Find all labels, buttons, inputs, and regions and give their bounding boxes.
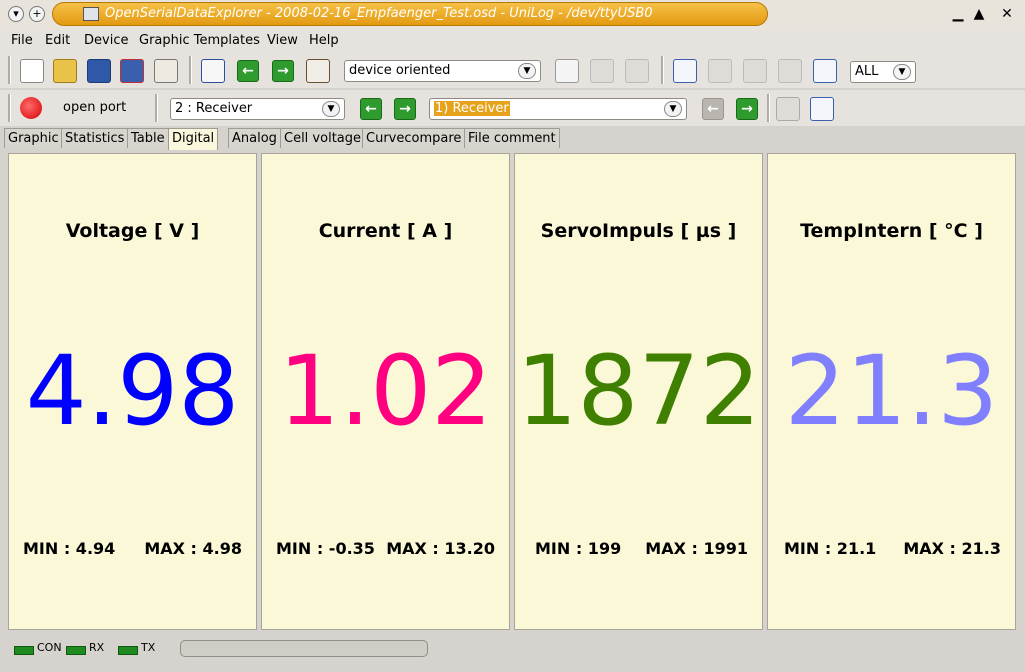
channel-value: 2 : Receiver <box>175 101 253 116</box>
con-led-icon <box>14 646 34 655</box>
status-bar: CON RX TX <box>0 633 1025 672</box>
min-value: MIN : 4.94 <box>23 539 116 558</box>
current-panel: Current [ A ] 1.02 MIN : -0.35 MAX : 13.… <box>261 153 510 630</box>
checklist-icon[interactable] <box>201 59 225 83</box>
previous-icon[interactable]: ← <box>237 60 259 82</box>
window-title-bar[interactable]: OpenSerialDataExplorer - 2008-02-16_Empf… <box>52 2 768 26</box>
minimize-button[interactable]: ▁ <box>950 6 966 22</box>
maximize-button[interactable]: ▲ <box>971 6 987 22</box>
device-icon[interactable] <box>306 59 330 83</box>
tab-graphic[interactable]: Graphic <box>4 128 63 148</box>
digital-view: Voltage [ V ] 4.98 MIN : 4.94 MAX : 4.98… <box>4 150 1021 632</box>
toolbar-separator <box>661 56 664 84</box>
toolbar-separator <box>8 94 11 122</box>
previous-channel-icon[interactable]: ← <box>360 98 382 120</box>
rx-led-icon <box>66 646 86 655</box>
settings-icon[interactable] <box>154 59 178 83</box>
temperature-panel: TempIntern [ °C ] 21.3 MIN : 21.1 MAX : … <box>767 153 1016 630</box>
view-mode-value: device oriented <box>349 63 451 78</box>
chevron-down-icon: ▼ <box>664 101 682 117</box>
record-select[interactable]: 1) Receiver ▼ <box>429 98 687 120</box>
cut-right-icon <box>778 59 802 83</box>
app-icon <box>83 7 99 21</box>
channel-select[interactable]: 2 : Receiver ▼ <box>170 98 345 120</box>
toolbar-separator <box>8 56 11 84</box>
menu-bar: File Edit Device Graphic Templates View … <box>0 30 1025 52</box>
tab-file-comment[interactable]: File comment <box>464 128 560 148</box>
fit-icon[interactable] <box>813 59 837 83</box>
close-button[interactable]: ✕ <box>999 6 1015 22</box>
tab-analog[interactable]: Analog <box>228 128 281 148</box>
previous-record-icon: ← <box>702 98 724 120</box>
tab-digital[interactable]: Digital <box>168 128 219 150</box>
next-record-icon[interactable]: → <box>736 98 758 120</box>
menu-device[interactable]: Device <box>84 33 128 48</box>
chevron-down-icon: ▼ <box>518 63 536 79</box>
max-value: MAX : 21.3 <box>903 539 1001 558</box>
rx-label: RX <box>89 641 105 654</box>
sticky-button[interactable]: + <box>29 6 45 22</box>
next-channel-icon[interactable]: → <box>394 98 416 120</box>
min-value: MIN : -0.35 <box>276 539 375 558</box>
new-file-icon[interactable] <box>20 59 44 83</box>
tab-table[interactable]: Table <box>127 128 169 148</box>
add-template-icon[interactable] <box>555 59 579 83</box>
tx-led-icon <box>118 646 138 655</box>
filter-select[interactable]: ALL ▼ <box>850 61 916 83</box>
servo-impulse-panel: ServoImpuls [ µs ] 1872 MIN : 199 MAX : … <box>514 153 763 630</box>
filter-value: ALL <box>855 64 879 79</box>
measurement-value: 1.02 <box>278 335 493 447</box>
menu-view[interactable]: View <box>267 33 298 48</box>
min-value: MIN : 21.1 <box>784 539 877 558</box>
save-as-icon[interactable] <box>120 59 144 83</box>
measurement-title: TempIntern [ °C ] <box>800 220 983 242</box>
tab-curvecompare[interactable]: Curvecompare <box>362 128 466 148</box>
measurement-value: 21.3 <box>784 335 999 447</box>
next-icon[interactable]: → <box>272 60 294 82</box>
max-value: MAX : 1991 <box>645 539 748 558</box>
device-toolbar: open port 2 : Receiver ▼ ← → 1) Receiver… <box>0 90 1025 126</box>
export-icon <box>590 59 614 83</box>
port-status-icon[interactable] <box>20 97 42 119</box>
toolbar-separator <box>189 56 192 84</box>
chevron-down-icon: ▼ <box>893 64 911 80</box>
window-menu-button[interactable]: ▾ <box>8 6 24 22</box>
voltage-panel: Voltage [ V ] 4.98 MIN : 4.94 MAX : 4.98 <box>8 153 257 630</box>
menu-graphic-templates[interactable]: Graphic Templates <box>139 33 260 48</box>
tab-cell-voltage[interactable]: Cell voltage <box>280 128 366 148</box>
zoom-icon[interactable] <box>673 59 697 83</box>
measurement-value: 1872 <box>516 335 761 447</box>
main-toolbar: ← → device oriented ▼ ALL ▼ <box>0 52 1025 88</box>
toolbar-separator <box>767 94 770 122</box>
con-label: CON <box>37 641 62 654</box>
view-mode-select[interactable]: device oriented ▼ <box>344 60 541 82</box>
open-port-label[interactable]: open port <box>63 100 126 115</box>
max-value: MAX : 4.98 <box>144 539 242 558</box>
rename-icon[interactable] <box>810 97 834 121</box>
tab-statistics[interactable]: Statistics <box>61 128 129 148</box>
progress-bar <box>180 640 428 657</box>
open-file-icon[interactable] <box>53 59 77 83</box>
pan-icon <box>708 59 732 83</box>
title-bar: ▾ + OpenSerialDataExplorer - 2008-02-16_… <box>0 0 1025 30</box>
min-value: MIN : 199 <box>535 539 622 558</box>
measurement-title: Voltage [ V ] <box>65 220 200 242</box>
max-value: MAX : 13.20 <box>386 539 495 558</box>
edit-icon <box>625 59 649 83</box>
measurement-title: Current [ A ] <box>318 220 453 242</box>
menu-edit[interactable]: Edit <box>45 33 70 48</box>
measurement-title: ServoImpuls [ µs ] <box>540 220 737 242</box>
measurement-value: 4.98 <box>25 335 240 447</box>
window-title: OpenSerialDataExplorer - 2008-02-16_Empf… <box>105 6 653 21</box>
save-icon[interactable] <box>87 59 111 83</box>
tx-label: TX <box>141 641 156 654</box>
menu-file[interactable]: File <box>11 33 33 48</box>
record-value: 1) Receiver <box>434 101 510 116</box>
chevron-down-icon: ▼ <box>322 101 340 117</box>
toolbar-separator <box>155 94 158 122</box>
trash-icon[interactable] <box>776 97 800 121</box>
cut-left-icon <box>743 59 767 83</box>
menu-help[interactable]: Help <box>309 33 339 48</box>
